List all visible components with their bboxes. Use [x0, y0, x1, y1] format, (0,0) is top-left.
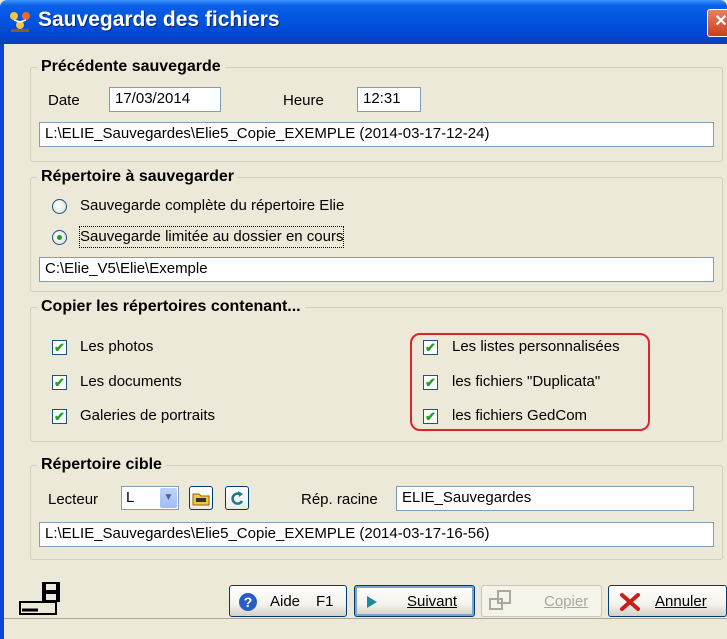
next-button[interactable]: Suivant — [354, 585, 475, 617]
source-dir-group: Répertoire à sauvegarder Sauvegarde comp… — [30, 167, 723, 292]
checkbox-portraits-label[interactable]: Galeries de portraits — [80, 406, 215, 426]
drive-select[interactable]: L ▼ — [121, 486, 179, 510]
date-value: 17/03/2014 — [109, 87, 221, 112]
help-button-key: F1 — [316, 593, 334, 610]
root-label: Rép. racine — [301, 491, 378, 508]
radio-full-backup-label[interactable]: Sauvegarde complète du répertoire Elie — [80, 196, 344, 216]
previous-backup-path: L:\ELIE_Sauvegardes\Elie5_Copie_EXEMPLE … — [39, 122, 714, 147]
status-bar-divider — [4, 618, 727, 619]
browse-folder-button[interactable] — [189, 486, 213, 510]
close-icon: ✕ — [714, 13, 727, 30]
time-value: 12:31 — [357, 87, 421, 112]
drive-select-value: L — [126, 489, 135, 506]
close-button[interactable]: ✕ — [707, 9, 727, 37]
checkbox-photos[interactable]: ✔ — [52, 340, 67, 355]
folder-icon — [192, 493, 210, 506]
source-dir-path: C:\Elie_V5\Elie\Exemple — [39, 257, 714, 282]
next-button-label: Suivant — [407, 593, 458, 610]
cancel-button-label: Annuler — [655, 593, 707, 610]
copy-button-label: Copier — [544, 593, 589, 610]
window-title: Sauvegarde des fichiers — [38, 8, 280, 31]
svg-text:?: ? — [244, 594, 253, 610]
date-label: Date — [48, 92, 80, 109]
checkbox-documents[interactable]: ✔ — [52, 375, 67, 390]
refresh-button[interactable] — [225, 486, 249, 510]
radio-limited-backup-label[interactable]: Sauvegarde limitée au dossier en cours — [78, 226, 345, 248]
cancel-button[interactable]: Annuler — [608, 585, 727, 617]
radio-limited-backup[interactable] — [52, 230, 67, 245]
radio-full-backup[interactable] — [52, 199, 67, 214]
disk-backup-icon — [18, 580, 66, 620]
refresh-icon — [231, 491, 244, 505]
play-arrow-icon — [365, 595, 379, 613]
target-dir-path: L:\ELIE_Sauvegardes\Elie5_Copie_EXEMPLE … — [39, 522, 714, 547]
checkbox-portraits[interactable]: ✔ — [52, 409, 67, 424]
target-dir-legend: Répertoire cible — [37, 455, 166, 475]
help-button[interactable]: ? Aide F1 — [229, 585, 347, 617]
copy-button[interactable]: Copier — [481, 585, 602, 617]
checkbox-photos-label[interactable]: Les photos — [80, 337, 153, 357]
family-tree-icon — [8, 10, 32, 34]
drive-label: Lecteur — [48, 491, 99, 508]
target-dir-group: Répertoire cible Lecteur L ▼ Rép. racine… — [30, 455, 723, 560]
previous-backup-legend: Précédente sauvegarde — [37, 57, 225, 77]
source-dir-legend: Répertoire à sauvegarder — [37, 167, 238, 187]
previous-backup-group: Précédente sauvegarde Date 17/03/2014 He… — [30, 57, 723, 162]
help-button-label: Aide — [270, 593, 301, 610]
window-border — [0, 44, 4, 639]
root-input[interactable]: ELIE_Sauvegardes — [396, 486, 694, 511]
help-icon: ? — [238, 592, 258, 616]
red-highlight-annotation — [410, 333, 650, 431]
copy-disk-icon — [488, 589, 512, 615]
copy-dirs-legend: Copier les répertoires contenant... — [37, 297, 305, 317]
checkbox-documents-label[interactable]: Les documents — [80, 372, 182, 392]
title-bar[interactable]: Sauvegarde des fichiers ✕ — [0, 0, 727, 44]
time-label: Heure — [283, 92, 324, 109]
backup-dialog: Sauvegarde des fichiers ✕ Précédente sau… — [0, 0, 727, 639]
chevron-down-icon[interactable]: ▼ — [160, 488, 177, 508]
red-x-icon — [619, 592, 641, 616]
